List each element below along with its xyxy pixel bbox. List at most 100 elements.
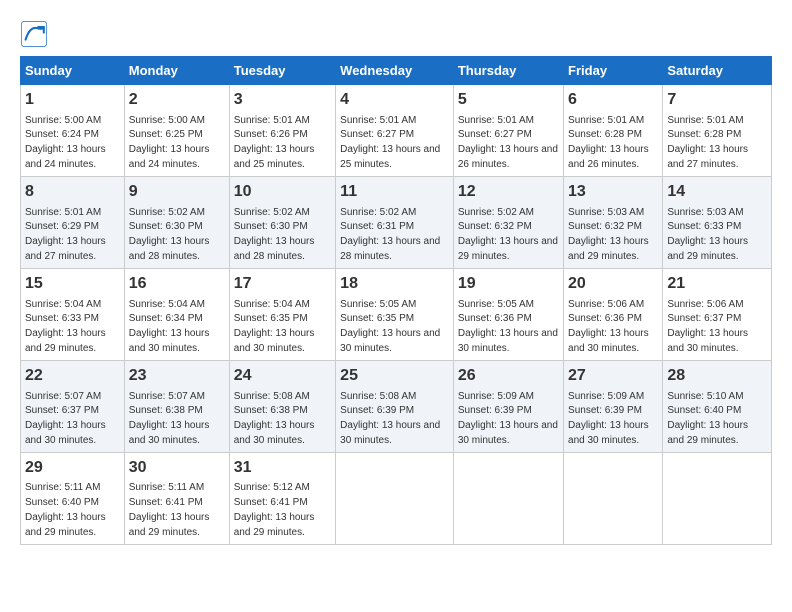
day-number: 13 — [568, 181, 658, 203]
calendar-cell: 6 Sunrise: 5:01 AMSunset: 6:28 PMDaylight… — [564, 85, 663, 177]
calendar-cell: 4 Sunrise: 5:01 AMSunset: 6:27 PMDaylight… — [336, 85, 454, 177]
day-number: 20 — [568, 273, 658, 295]
day-info: Sunrise: 5:02 AMSunset: 6:30 PMDaylight:… — [129, 207, 210, 263]
week-row-5: 29 Sunrise: 5:11 AMSunset: 6:40 PMDayligh… — [21, 452, 772, 544]
calendar-cell: 16 Sunrise: 5:04 AMSunset: 6:34 PMDayligh… — [124, 268, 229, 360]
day-number: 29 — [25, 457, 120, 479]
day-number: 18 — [340, 273, 449, 295]
day-info: Sunrise: 5:04 AMSunset: 6:35 PMDaylight:… — [234, 299, 315, 355]
day-info: Sunrise: 5:08 AMSunset: 6:38 PMDaylight:… — [234, 391, 315, 447]
calendar-cell: 21 Sunrise: 5:06 AMSunset: 6:37 PMDayligh… — [663, 268, 772, 360]
calendar-cell — [564, 452, 663, 544]
day-number: 10 — [234, 181, 331, 203]
calendar-cell: 26Sunrise: 5:09 AMSunset: 6:39 PMDayligh… — [453, 360, 563, 452]
day-number: 14 — [667, 181, 767, 203]
day-info: Sunrise: 5:01 AMSunset: 6:29 PMDaylight:… — [25, 207, 106, 263]
day-number: 8 — [25, 181, 120, 203]
day-info: Sunrise: 5:10 AMSunset: 6:40 PMDaylight:… — [667, 391, 748, 447]
day-info: Sunrise: 5:04 AMSunset: 6:33 PMDaylight:… — [25, 299, 106, 355]
day-info: Sunrise: 5:06 AMSunset: 6:37 PMDaylight:… — [667, 299, 748, 355]
day-info: Sunrise: 5:02 AMSunset: 6:30 PMDaylight:… — [234, 207, 315, 263]
day-number: 30 — [129, 457, 225, 479]
day-info: Sunrise: 5:03 AMSunset: 6:32 PMDaylight:… — [568, 207, 649, 263]
day-info: Sunrise: 5:04 AMSunset: 6:34 PMDaylight:… — [129, 299, 210, 355]
day-number: 21 — [667, 273, 767, 295]
calendar-cell: 8 Sunrise: 5:01 AMSunset: 6:29 PMDaylight… — [21, 176, 125, 268]
week-row-1: 1 Sunrise: 5:00 AMSunset: 6:24 PMDaylight… — [21, 85, 772, 177]
calendar-cell: 22 Sunrise: 5:07 AMSunset: 6:37 PMDayligh… — [21, 360, 125, 452]
col-header-saturday: Saturday — [663, 57, 772, 85]
calendar-cell: 14 Sunrise: 5:03 AMSunset: 6:33 PMDayligh… — [663, 176, 772, 268]
calendar-cell — [336, 452, 454, 544]
calendar-cell: 5 Sunrise: 5:01 AMSunset: 6:27 PMDaylight… — [453, 85, 563, 177]
day-info: Sunrise: 5:01 AMSunset: 6:28 PMDaylight:… — [667, 115, 748, 171]
day-info: Sunrise: 5:07 AMSunset: 6:37 PMDaylight:… — [25, 391, 106, 447]
day-info: Sunrise: 5:08 AMSunset: 6:39 PMDaylight:… — [340, 391, 440, 447]
day-number: 24 — [234, 365, 331, 387]
day-number: 15 — [25, 273, 120, 295]
day-info: Sunrise: 5:00 AMSunset: 6:25 PMDaylight:… — [129, 115, 210, 171]
day-info: Sunrise: 5:02 AMSunset: 6:31 PMDaylight:… — [340, 207, 440, 263]
calendar-cell: 20Sunrise: 5:06 AMSunset: 6:36 PMDayligh… — [564, 268, 663, 360]
day-info: Sunrise: 5:01 AMSunset: 6:27 PMDaylight:… — [340, 115, 440, 171]
week-row-4: 22 Sunrise: 5:07 AMSunset: 6:37 PMDayligh… — [21, 360, 772, 452]
day-number: 5 — [458, 89, 559, 111]
day-info: Sunrise: 5:11 AMSunset: 6:40 PMDaylight:… — [25, 482, 106, 538]
day-info: Sunrise: 5:11 AMSunset: 6:41 PMDaylight:… — [129, 482, 210, 538]
calendar-cell: 25 Sunrise: 5:08 AMSunset: 6:39 PMDayligh… — [336, 360, 454, 452]
col-header-sunday: Sunday — [21, 57, 125, 85]
day-number: 3 — [234, 89, 331, 111]
col-header-friday: Friday — [564, 57, 663, 85]
calendar-cell: 23 Sunrise: 5:07 AMSunset: 6:38 PMDayligh… — [124, 360, 229, 452]
day-number: 25 — [340, 365, 449, 387]
day-info: Sunrise: 5:02 AMSunset: 6:32 PMDaylight:… — [458, 207, 558, 263]
calendar-cell: 18 Sunrise: 5:05 AMSunset: 6:35 PMDayligh… — [336, 268, 454, 360]
day-number: 7 — [667, 89, 767, 111]
day-number: 22 — [25, 365, 120, 387]
day-number: 16 — [129, 273, 225, 295]
week-row-2: 8 Sunrise: 5:01 AMSunset: 6:29 PMDaylight… — [21, 176, 772, 268]
day-info: Sunrise: 5:00 AMSunset: 6:24 PMDaylight:… — [25, 115, 106, 171]
day-info: Sunrise: 5:03 AMSunset: 6:33 PMDaylight:… — [667, 207, 748, 263]
col-header-wednesday: Wednesday — [336, 57, 454, 85]
week-row-3: 15 Sunrise: 5:04 AMSunset: 6:33 PMDayligh… — [21, 268, 772, 360]
calendar-cell: 9Sunrise: 5:02 AMSunset: 6:30 PMDaylight… — [124, 176, 229, 268]
day-info: Sunrise: 5:07 AMSunset: 6:38 PMDaylight:… — [129, 391, 210, 447]
header-row: SundayMondayTuesdayWednesdayThursdayFrid… — [21, 57, 772, 85]
calendar-cell: 7 Sunrise: 5:01 AMSunset: 6:28 PMDaylight… — [663, 85, 772, 177]
day-info: Sunrise: 5:05 AMSunset: 6:36 PMDaylight:… — [458, 299, 558, 355]
calendar-cell: 2 Sunrise: 5:00 AMSunset: 6:25 PMDaylight… — [124, 85, 229, 177]
calendar-cell: 29 Sunrise: 5:11 AMSunset: 6:40 PMDayligh… — [21, 452, 125, 544]
day-number: 2 — [129, 89, 225, 111]
day-number: 17 — [234, 273, 331, 295]
day-number: 4 — [340, 89, 449, 111]
calendar-cell: 13 Sunrise: 5:03 AMSunset: 6:32 PMDayligh… — [564, 176, 663, 268]
logo-icon — [20, 20, 48, 48]
calendar-cell — [663, 452, 772, 544]
day-number: 1 — [25, 89, 120, 111]
day-info: Sunrise: 5:01 AMSunset: 6:26 PMDaylight:… — [234, 115, 315, 171]
calendar-cell: 15 Sunrise: 5:04 AMSunset: 6:33 PMDayligh… — [21, 268, 125, 360]
calendar-cell: 28 Sunrise: 5:10 AMSunset: 6:40 PMDayligh… — [663, 360, 772, 452]
day-info: Sunrise: 5:05 AMSunset: 6:35 PMDaylight:… — [340, 299, 440, 355]
calendar-cell: 27 Sunrise: 5:09 AMSunset: 6:39 PMDayligh… — [564, 360, 663, 452]
day-info: Sunrise: 5:01 AMSunset: 6:27 PMDaylight:… — [458, 115, 558, 171]
day-info: Sunrise: 5:09 AMSunset: 6:39 PMDaylight:… — [458, 391, 558, 447]
calendar-cell: 12 Sunrise: 5:02 AMSunset: 6:32 PMDayligh… — [453, 176, 563, 268]
day-info: Sunrise: 5:09 AMSunset: 6:39 PMDaylight:… — [568, 391, 649, 447]
day-number: 27 — [568, 365, 658, 387]
day-number: 12 — [458, 181, 559, 203]
day-number: 28 — [667, 365, 767, 387]
day-number: 31 — [234, 457, 331, 479]
calendar-cell: 24 Sunrise: 5:08 AMSunset: 6:38 PMDayligh… — [229, 360, 335, 452]
calendar-cell: 30 Sunrise: 5:11 AMSunset: 6:41 PMDayligh… — [124, 452, 229, 544]
day-info: Sunrise: 5:12 AMSunset: 6:41 PMDaylight:… — [234, 482, 315, 538]
calendar-cell: 10 Sunrise: 5:02 AMSunset: 6:30 PMDayligh… — [229, 176, 335, 268]
day-number: 23 — [129, 365, 225, 387]
calendar-cell: 3 Sunrise: 5:01 AMSunset: 6:26 PMDaylight… — [229, 85, 335, 177]
calendar-cell — [453, 452, 563, 544]
col-header-thursday: Thursday — [453, 57, 563, 85]
calendar-cell: 11Sunrise: 5:02 AMSunset: 6:31 PMDayligh… — [336, 176, 454, 268]
day-info: Sunrise: 5:01 AMSunset: 6:28 PMDaylight:… — [568, 115, 649, 171]
day-number: 6 — [568, 89, 658, 111]
